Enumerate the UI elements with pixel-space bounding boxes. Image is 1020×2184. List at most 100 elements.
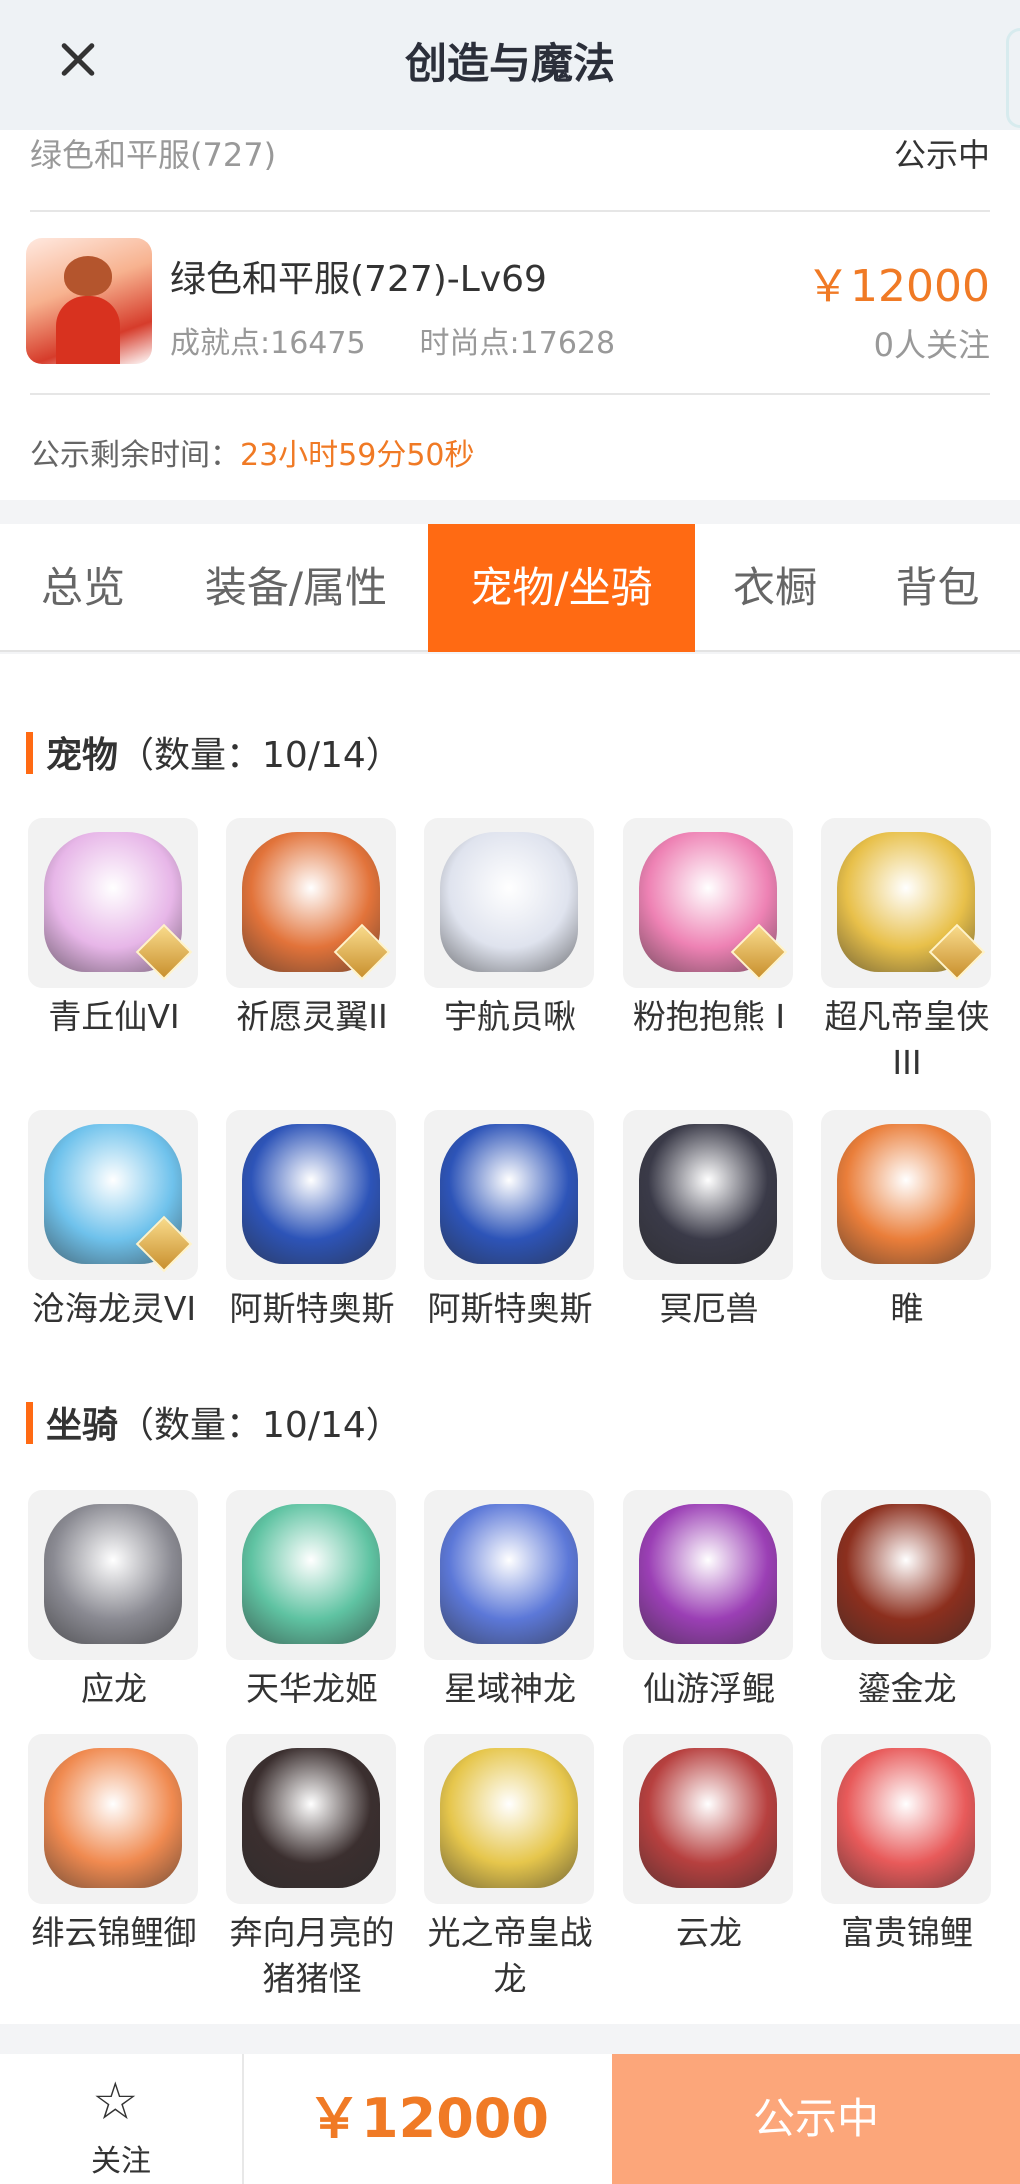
server-row: 绿色和平服(727) 公示中	[30, 130, 990, 210]
item-name: 睢	[890, 1289, 924, 1328]
item-name: 绯云锦鲤御	[31, 1913, 197, 1952]
pets-mounts-panel: 宠物（数量：10/14） 青丘仙VI 祈愿灵翼II 宇航员啾 粉抱抱熊 I 超凡帝皇侠I…	[0, 654, 1020, 2024]
item-cell[interactable]: 仙游浮鲲	[623, 1490, 795, 1712]
item-art	[44, 1504, 182, 1644]
tab-backpack[interactable]: 背包	[855, 524, 1020, 652]
item-cell[interactable]: 天华龙姬	[226, 1490, 398, 1712]
item-cell[interactable]: 冥厄兽	[623, 1110, 795, 1332]
item-cell[interactable]: 云龙	[623, 1734, 795, 1956]
item-cell[interactable]: 绯云锦鲤御	[28, 1734, 200, 1956]
item-name: 云龙	[676, 1913, 742, 1952]
item-name: 阿斯特奥斯	[427, 1289, 593, 1328]
mount-xingyu-icon	[424, 1490, 594, 1660]
item-cell[interactable]: 阿斯特奥斯	[424, 1110, 596, 1332]
mount-liujin-icon	[821, 1490, 991, 1660]
item-name: 阿斯特奥斯	[229, 1289, 395, 1328]
item-art	[44, 1748, 182, 1888]
item-name: 星域神龙	[444, 1669, 576, 1708]
item-cell[interactable]: 超凡帝皇侠III	[821, 818, 993, 1086]
item-name: 沧海龙灵VI	[31, 1289, 197, 1328]
item-name: 应龙	[81, 1669, 147, 1708]
remaining-value: 23小时59分50秒	[240, 438, 475, 473]
bottom-bar: ☆ 关注 ￥12000 公示中	[0, 2054, 1020, 2184]
item-art	[440, 1124, 578, 1264]
item-cell[interactable]: 奔向月亮的猪猪怪	[226, 1734, 398, 2002]
item-name: 奔向月亮的猪猪怪	[229, 1913, 395, 1998]
item-name: 青丘仙VI	[48, 997, 180, 1036]
pets-section-header: 宠物（数量：10/14）	[26, 726, 402, 776]
item-cell[interactable]: 鎏金龙	[821, 1490, 993, 1712]
item-cell[interactable]: 粉抱抱熊 I	[623, 818, 795, 1040]
item-art	[440, 1748, 578, 1888]
listing-price: ￥12000	[806, 261, 990, 312]
tab-equipment[interactable]: 装备/属性	[166, 524, 426, 652]
page-title: 创造与魔法	[404, 39, 615, 88]
item-name: 光之帝皇战龙	[427, 1913, 593, 1998]
mount-pig-icon	[226, 1734, 396, 1904]
achievement-points: 成就点:16475	[170, 326, 366, 361]
item-cell[interactable]: 光之帝皇战龙	[424, 1734, 596, 2002]
item-art	[440, 1504, 578, 1644]
pet-mingesho-icon	[623, 1110, 793, 1280]
pet-asteros-icon	[226, 1110, 396, 1280]
item-art	[639, 1504, 777, 1644]
mount-tianhua-icon	[226, 1490, 396, 1660]
item-art	[639, 1124, 777, 1264]
item-cell[interactable]: 富贵锦鲤	[821, 1734, 993, 1956]
mount-fukun-icon	[623, 1490, 793, 1660]
item-name: 祈愿灵翼II	[236, 997, 388, 1036]
item-cell[interactable]: 祈愿灵翼II	[226, 818, 398, 1040]
character-stats: 成就点:16475 时尚点:17628	[170, 318, 615, 362]
item-art	[837, 1748, 975, 1888]
mounts-section-header: 坐骑（数量：10/14）	[26, 1396, 402, 1446]
follow-label: 关注	[91, 2144, 151, 2179]
item-name: 超凡帝皇侠III	[824, 997, 990, 1082]
divider	[30, 393, 990, 395]
pet-qingqiu-icon	[28, 818, 198, 988]
follower-count: 0人关注	[873, 326, 990, 364]
item-name: 粉抱抱熊 I	[632, 997, 786, 1036]
star-icon: ☆	[92, 2072, 139, 2132]
pet-lingyi-icon	[226, 818, 396, 988]
avatar	[26, 238, 152, 364]
item-name: 天华龙姬	[246, 1669, 378, 1708]
tab-bar: 总览 装备/属性 宠物/坐骑 衣橱 背包	[0, 524, 1020, 652]
item-cell[interactable]: 青丘仙VI	[28, 818, 200, 1040]
edge-handle[interactable]	[1006, 28, 1020, 128]
bottom-price: ￥12000	[307, 2087, 549, 2150]
item-art	[837, 1124, 975, 1264]
item-art	[242, 1748, 380, 1888]
item-cell[interactable]: 星域神龙	[424, 1490, 596, 1712]
tab-wardrobe[interactable]: 衣橱	[695, 524, 855, 652]
mount-yunlong-icon	[623, 1734, 793, 1904]
item-cell[interactable]: 阿斯特奥斯	[226, 1110, 398, 1332]
mount-koi-icon	[821, 1734, 991, 1904]
item-cell[interactable]: 宇航员啾	[424, 818, 596, 1040]
pet-astronaut-icon	[424, 818, 594, 988]
tab-overview[interactable]: 总览	[0, 524, 166, 652]
status-label: 公示中	[893, 136, 990, 174]
follow-button[interactable]: ☆ 关注	[0, 2054, 244, 2184]
mount-light-dragon-icon	[424, 1734, 594, 1904]
remaining-time: 公示剩余时间：23小时59分50秒	[30, 430, 475, 474]
pet-pink-bear-icon	[623, 818, 793, 988]
top-bar: 创造与魔法	[0, 0, 1020, 130]
tab-pets-mounts[interactable]: 宠物/坐骑	[428, 524, 695, 652]
item-art	[242, 1504, 380, 1644]
item-name: 仙游浮鲲	[643, 1669, 775, 1708]
pet-sui-icon	[821, 1110, 991, 1280]
pet-emperor-icon	[821, 818, 991, 988]
item-art	[837, 1504, 975, 1644]
item-cell[interactable]: 沧海龙灵VI	[28, 1110, 200, 1332]
divider	[30, 210, 990, 212]
status-button[interactable]: 公示中	[612, 2054, 1020, 2184]
server-name: 绿色和平服(727)	[30, 136, 277, 174]
mount-yinglong-icon	[28, 1490, 198, 1660]
item-art	[639, 1748, 777, 1888]
item-cell[interactable]: 睢	[821, 1110, 993, 1332]
listing-info: 绿色和平服(727) 公示中 绿色和平服(727)-Lv69 成就点:16475…	[0, 130, 1020, 500]
pet-canghai-icon	[28, 1110, 198, 1280]
mount-feiyun-icon	[28, 1734, 198, 1904]
section-count: （数量：10/14）	[118, 735, 402, 776]
item-cell[interactable]: 应龙	[28, 1490, 200, 1712]
